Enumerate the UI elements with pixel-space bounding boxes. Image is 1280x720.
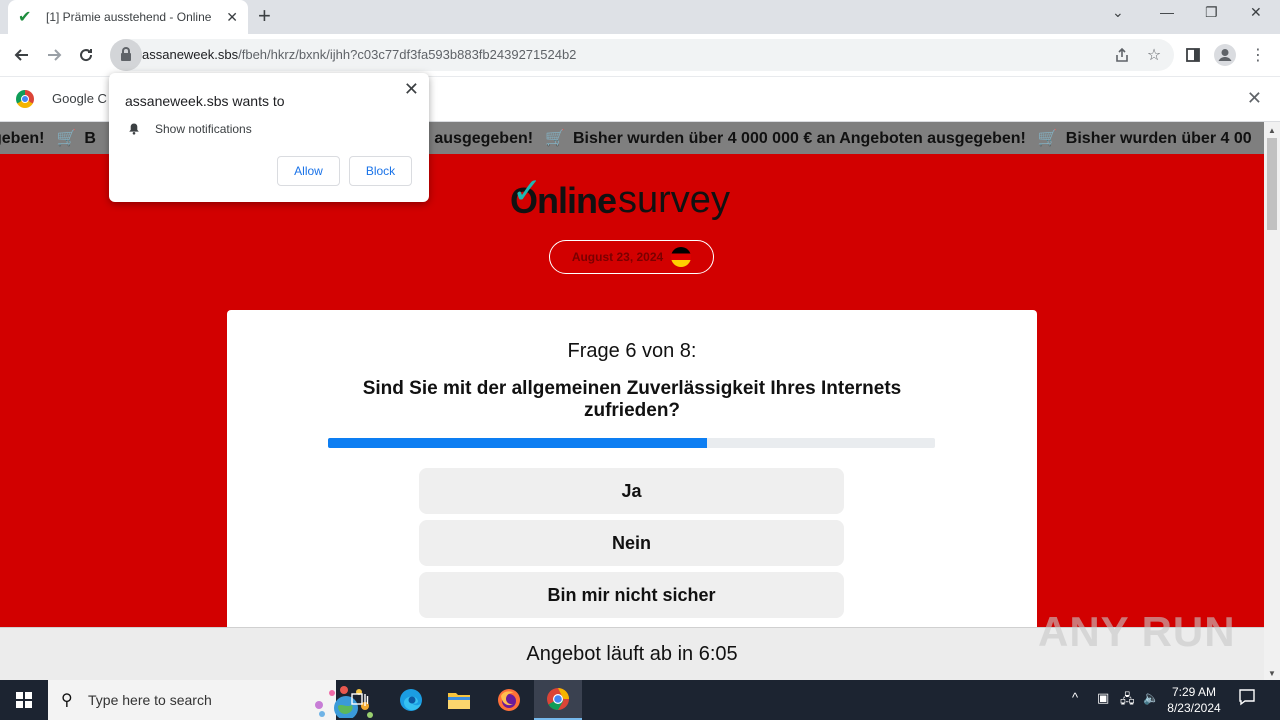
progress-bar xyxy=(328,438,935,448)
chrome-logo-icon xyxy=(16,90,34,108)
share-icon[interactable] xyxy=(1109,42,1135,68)
profile-avatar-icon[interactable] xyxy=(1212,42,1238,68)
taskbar-search[interactable]: ⚲ Type here to search xyxy=(48,680,373,720)
scroll-down-arrow-icon[interactable]: ▼ xyxy=(1268,669,1276,678)
site-info-button[interactable] xyxy=(110,39,142,71)
infobar-text: Google C xyxy=(52,91,107,106)
answer-button-unsure[interactable]: Bin mir nicht sicher xyxy=(419,572,844,618)
anyrun-watermark: ANY RUN xyxy=(1038,608,1236,655)
clock-date: 8/23/2024 xyxy=(1167,701,1221,715)
infobar-close-icon[interactable]: ✕ xyxy=(1247,88,1262,109)
timer-text: Angebot läuft ab in 6:05 xyxy=(526,642,738,665)
edge-icon[interactable] xyxy=(387,680,435,720)
question-text: Sind Sie mit der allgemeinen Zuverlässig… xyxy=(362,378,902,421)
ticker-item-lead: geben! xyxy=(0,130,45,147)
start-button[interactable] xyxy=(0,680,48,720)
restore-button[interactable]: ❐ xyxy=(1205,4,1218,21)
notification-center-icon[interactable] xyxy=(1238,688,1256,709)
search-placeholder: Type here to search xyxy=(88,692,212,708)
clock-time: 7:29 AM xyxy=(1171,685,1217,699)
notification-permission-popup: assaneweek.sbs wants to ✕ Show notificat… xyxy=(109,73,429,202)
tab-active[interactable]: ✔ [1] Prämie ausstehend - Online S ✕ xyxy=(8,0,248,34)
menu-kebab-icon[interactable]: ⋮ xyxy=(1245,42,1271,68)
popup-permission-text: Show notifications xyxy=(155,122,252,136)
search-icon: ⚲ xyxy=(61,692,73,709)
side-panel-icon[interactable] xyxy=(1180,42,1206,68)
checkmark-icon: ✔ xyxy=(18,9,32,26)
ticker-item-tail: Bisher wurden über 4 00 xyxy=(1065,130,1252,147)
page-scrollbar[interactable]: ▲ ▼ xyxy=(1264,122,1280,680)
bell-icon xyxy=(129,123,139,135)
tray-chevron-icon[interactable]: ^ xyxy=(1072,690,1078,705)
network-icon[interactable]: 🖧 xyxy=(1120,690,1135,712)
tab-title: [1] Prämie ausstehend - Online S xyxy=(46,10,211,24)
forward-button[interactable] xyxy=(41,42,67,68)
german-flag-icon xyxy=(671,247,692,267)
scroll-thumb[interactable] xyxy=(1267,138,1277,230)
ticker-item: Bisher wurden über 4 000 000 € an Angebo… xyxy=(573,130,1026,147)
reload-icon xyxy=(80,49,93,62)
reload-button[interactable] xyxy=(73,42,99,68)
block-button[interactable]: Block xyxy=(349,156,412,186)
logo-survey-text: survey xyxy=(618,179,730,221)
firefox-icon[interactable] xyxy=(485,680,533,720)
answer-button-nein[interactable]: Nein xyxy=(419,520,844,566)
browser-toolbar: assaneweek.sbs/fbeh/hkrz/bxnk/ijhh?c03c7… xyxy=(0,34,1280,76)
url-path: /fbeh/hkrz/bxnk/ijhh?c03c77df3fa593b883f… xyxy=(238,47,577,62)
url-domain: assaneweek.sbs xyxy=(142,47,239,62)
bookmark-star-icon[interactable]: ☆ xyxy=(1141,42,1167,68)
url-text[interactable]: assaneweek.sbs/fbeh/hkrz/bxnk/ijhh?c03c7… xyxy=(142,47,576,62)
scroll-up-arrow-icon[interactable]: ▲ xyxy=(1268,126,1276,135)
new-tab-button[interactable]: + xyxy=(258,4,271,28)
popup-close-icon[interactable]: ✕ xyxy=(404,79,419,100)
date-badge: August 23, 2024 xyxy=(549,240,714,274)
tray-meet-icon[interactable]: ▣ xyxy=(1097,690,1109,706)
lock-icon xyxy=(121,47,131,61)
tab-search-icon[interactable]: ⌄ xyxy=(1112,4,1124,21)
minimize-button[interactable]: — xyxy=(1160,4,1174,20)
close-tab-icon[interactable]: ✕ xyxy=(226,9,238,26)
cart-icon: 🛒 xyxy=(1037,130,1058,147)
back-button[interactable] xyxy=(9,42,35,68)
popup-title: assaneweek.sbs wants to xyxy=(125,93,285,109)
allow-button[interactable]: Allow xyxy=(277,156,340,186)
tab-strip: ✔ [1] Prämie ausstehend - Online S ✕ + ⌄… xyxy=(0,0,1280,34)
date-text: August 23, 2024 xyxy=(571,250,664,264)
task-view-icon[interactable] xyxy=(336,680,384,720)
volume-icon[interactable]: 🔈 xyxy=(1143,690,1159,706)
question-number: Frage 6 von 8: xyxy=(567,340,697,362)
address-bar[interactable]: assaneweek.sbs/fbeh/hkrz/bxnk/ijhh?c03c7… xyxy=(110,39,1174,71)
logo-check-icon: ✓ xyxy=(512,170,543,211)
page-viewport: geben!🛒Bten ausgegeben!🛒Bisher wurden üb… xyxy=(0,122,1264,680)
windows-logo-icon xyxy=(16,692,32,708)
survey-card: Frage 6 von 8: Sind Sie mit der allgemei… xyxy=(227,310,1037,680)
back-arrow-icon xyxy=(14,49,28,61)
taskbar-clock[interactable]: 7:29 AM 8/23/2024 xyxy=(1160,684,1228,716)
cart-icon: 🛒 xyxy=(56,130,77,147)
site-logo: Online survey ✓ xyxy=(510,170,730,222)
answer-button-ja[interactable]: Ja xyxy=(419,468,844,514)
file-explorer-icon[interactable] xyxy=(435,680,483,720)
progress-fill xyxy=(328,438,708,448)
close-window-button[interactable]: ✕ xyxy=(1250,4,1262,21)
forward-arrow-icon xyxy=(48,49,62,61)
chrome-taskbar-icon[interactable] xyxy=(534,680,582,720)
ticker-item-partial-1: B xyxy=(84,130,96,147)
cart-icon: 🛒 xyxy=(545,130,565,147)
windows-taskbar: ⚲ Type here to search ^ ▣ 🖧 🔈 7:29 AM 8/… xyxy=(0,680,1280,720)
